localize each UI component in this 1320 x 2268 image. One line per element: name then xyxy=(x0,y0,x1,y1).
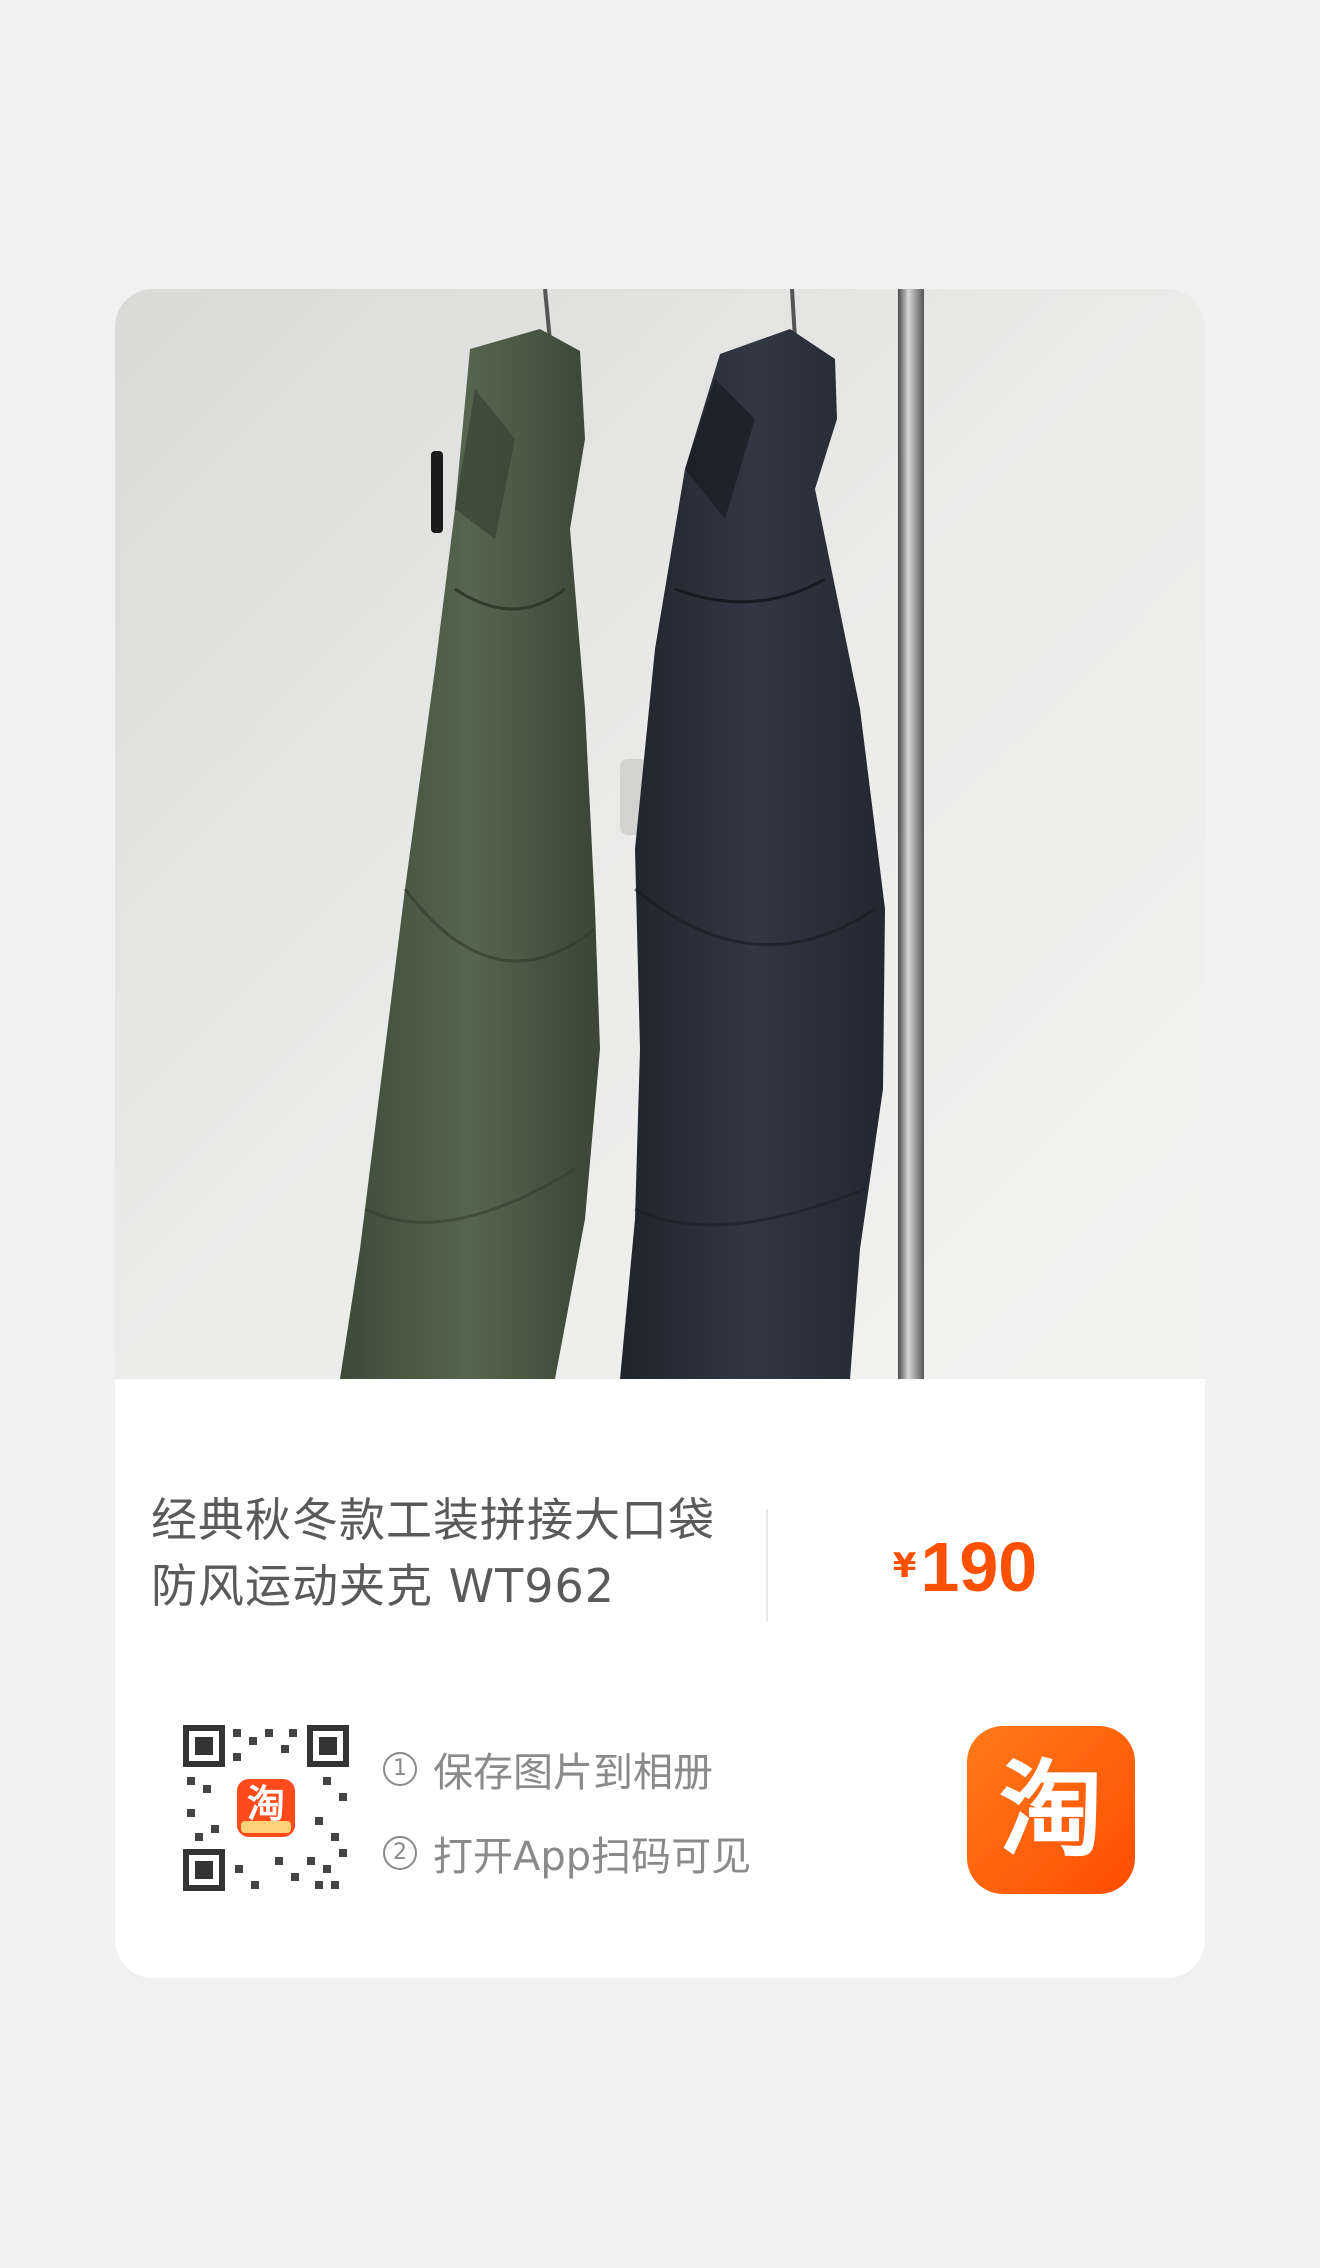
product-title-line1: 经典秋冬款工装拼接大口袋 xyxy=(151,1493,715,1547)
step-1-number: 1 xyxy=(383,1752,417,1786)
instruction-step-1: 1 保存图片到相册 xyxy=(383,1741,863,1797)
product-info-section: 经典秋冬款工装拼接大口袋 防风运动夹克 WT962 ¥190 淘 1 保存图片到… xyxy=(115,1379,1205,1978)
price-value: 190 xyxy=(920,1528,1038,1606)
price-currency-symbol: ¥ xyxy=(892,1546,917,1586)
step-2-number: 2 xyxy=(383,1836,417,1870)
step-2-text: 打开App扫码可见 xyxy=(433,1834,752,1880)
product-title[interactable]: 经典秋冬款工装拼接大口袋 防风运动夹克 WT962 xyxy=(151,1487,771,1619)
jackets-on-rack-image xyxy=(115,289,1205,1379)
product-price: ¥190 xyxy=(815,1527,1115,1607)
title-price-divider xyxy=(766,1509,768,1621)
taobao-logo-char: 淘 xyxy=(998,1749,1103,1871)
share-instructions: 1 保存图片到相册 2 打开App扫码可见 xyxy=(383,1741,863,1909)
share-card: 经典秋冬款工装拼接大口袋 防风运动夹克 WT962 ¥190 淘 1 保存图片到… xyxy=(115,289,1205,1978)
product-title-line2: 防风运动夹克 WT962 xyxy=(151,1559,616,1613)
taobao-logo-icon[interactable]: 淘 xyxy=(967,1726,1135,1894)
qr-center-logo-char: 淘 xyxy=(247,1782,285,1826)
product-photo[interactable] xyxy=(115,289,1205,1379)
instruction-step-2: 2 打开App扫码可见 xyxy=(383,1825,863,1881)
qr-code-icon[interactable]: 淘 xyxy=(183,1725,349,1891)
step-1-text: 保存图片到相册 xyxy=(433,1750,713,1796)
